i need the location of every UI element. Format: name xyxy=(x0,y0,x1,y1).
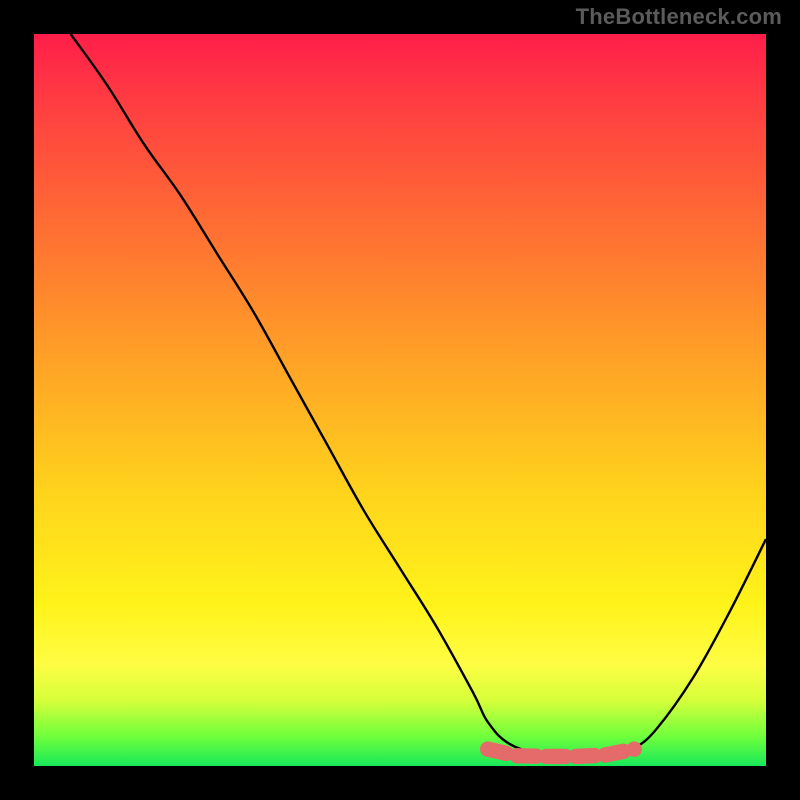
marker-dot xyxy=(627,741,642,756)
plot-area xyxy=(34,34,766,766)
bottleneck-curve-path xyxy=(71,34,766,757)
chart-frame: TheBottleneck.com xyxy=(0,0,800,800)
watermark-text: TheBottleneck.com xyxy=(576,4,782,30)
chart-svg xyxy=(34,34,766,766)
optimal-range-markers xyxy=(480,741,642,756)
